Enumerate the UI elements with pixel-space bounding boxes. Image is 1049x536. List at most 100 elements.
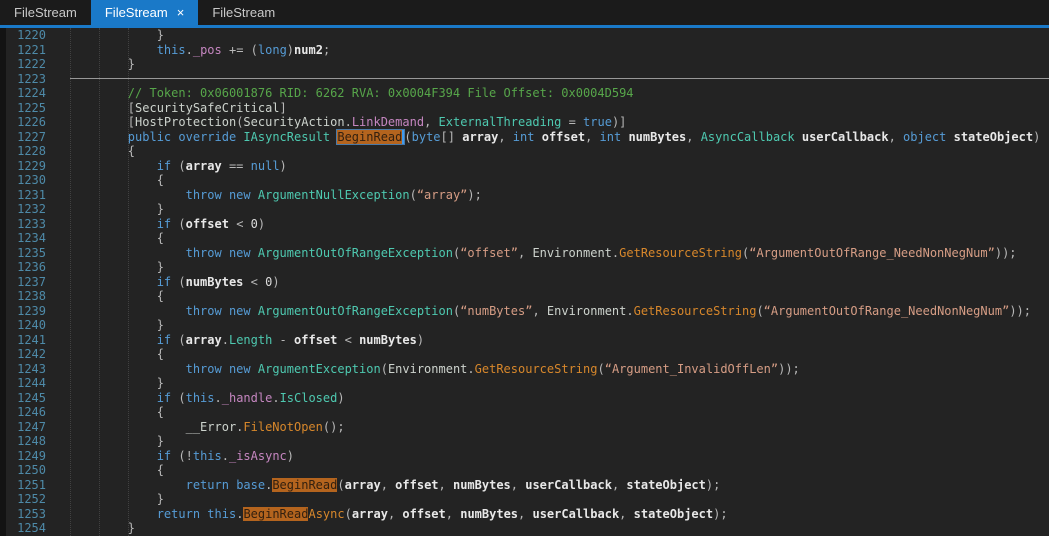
code-text: throw new ArgumentOutOfRangeException(“o… (185, 245, 1017, 260)
line-number: 1225 (17, 100, 46, 115)
code-text: { (70, 144, 136, 158)
tab-filestream-2[interactable]: FileStream (198, 0, 289, 25)
code-text: [SecuritySafeCritical] (70, 100, 287, 115)
line-number: 1246 (17, 405, 46, 419)
line-number: 1232 (17, 202, 46, 216)
line-number: 1243 (17, 361, 46, 376)
search-highlight-caret[interactable]: BeginRead (336, 128, 406, 145)
code-text: return this.BeginReadAsync(array, offset… (156, 506, 728, 521)
line-number: 1235 (17, 245, 46, 260)
code-text: if (offset < 0) (156, 216, 266, 231)
tab-label: FileStream (104, 5, 168, 20)
code-line[interactable]: 1250 { (0, 463, 1049, 478)
code-line[interactable]: 1238 { (0, 289, 1049, 304)
code-text: } (70, 521, 136, 535)
line-number: 1248 (17, 434, 46, 448)
code-text: } (70, 202, 164, 216)
member-separator (70, 77, 1049, 79)
line-number: 1253 (17, 506, 46, 521)
line-number: 1220 (17, 28, 46, 42)
code-line[interactable]: 1231 throw new ArgumentNullException(“ar… (0, 188, 1049, 203)
line-number: 1224 (17, 86, 46, 100)
line-number: 1250 (17, 463, 46, 477)
code-line[interactable]: 1236 } (0, 260, 1049, 275)
code-line[interactable]: 1226 [HostProtection(SecurityAction.Link… (0, 115, 1049, 130)
code-text: { (70, 231, 164, 245)
code-line[interactable]: 1240 } (0, 318, 1049, 333)
code-line[interactable]: 1221 this._pos += (long)num2; (0, 43, 1049, 58)
line-number: 1236 (17, 260, 46, 274)
code-line[interactable]: 1237 if (numBytes < 0) (0, 275, 1049, 290)
code-line[interactable]: 1227 public override IAsyncResult BeginR… (0, 128, 1049, 145)
code-line[interactable]: 1228 { (0, 144, 1049, 159)
code-line[interactable]: 1247 __Error.FileNotOpen(); (0, 420, 1049, 435)
code-text: [HostProtection(SecurityAction.LinkDeman… (70, 115, 627, 129)
code-text: } (70, 57, 136, 71)
search-highlight[interactable]: BeginRead (243, 506, 309, 521)
code-line[interactable]: 1225 [SecuritySafeCritical] (0, 101, 1049, 116)
line-number: 1249 (17, 448, 46, 463)
code-line[interactable]: 1243 throw new ArgumentException(Environ… (0, 362, 1049, 377)
code-line[interactable]: 1229 if (array == null) (0, 159, 1049, 174)
code-text: if (!this._isAsync) (156, 448, 295, 463)
tab-label: FileStream (14, 5, 77, 20)
code-line[interactable]: 1234 { (0, 231, 1049, 246)
code-line[interactable]: 1253 return this.BeginReadAsync(array, o… (0, 506, 1049, 522)
code-line[interactable]: 1230 { (0, 173, 1049, 188)
code-line[interactable]: 1245 if (this._handle.IsClosed) (0, 391, 1049, 406)
code-line[interactable]: 1239 throw new ArgumentOutOfRangeExcepti… (0, 304, 1049, 319)
line-number: 1231 (17, 187, 46, 202)
code-line[interactable]: 1244 } (0, 376, 1049, 391)
line-number: 1242 (17, 347, 46, 361)
line-number: 1223 (17, 71, 46, 86)
code-line[interactable]: 1235 throw new ArgumentOutOfRangeExcepti… (0, 246, 1049, 261)
code-text: this._pos += (long)num2; (156, 42, 331, 57)
code-line[interactable]: 1241 if (array.Length - offset < numByte… (0, 333, 1049, 348)
code-line[interactable]: 1223 (0, 72, 1049, 87)
code-text: public override IAsyncResult BeginRead (b… (127, 128, 1041, 145)
code-line[interactable]: 1224 // Token: 0x06001876 RID: 6262 RVA:… (0, 86, 1049, 101)
code-text: throw new ArgumentException(Environment.… (185, 361, 800, 376)
code-text: } (70, 376, 164, 390)
code-text: } (70, 434, 164, 448)
code-line[interactable]: 1232 } (0, 202, 1049, 217)
line-number: 1237 (17, 274, 46, 289)
line-number: 1230 (17, 173, 46, 187)
code-line[interactable]: 1252 } (0, 492, 1049, 507)
code-line[interactable]: 1254 } (0, 521, 1049, 536)
code-text: } (70, 260, 164, 274)
code-line[interactable]: 1222 } (0, 57, 1049, 72)
code-text: { (70, 347, 164, 361)
line-number: 1254 (17, 521, 46, 535)
code-text: { (70, 289, 164, 303)
code-text: if (array == null) (156, 158, 287, 173)
code-line[interactable]: 1242 { (0, 347, 1049, 362)
line-number: 1233 (17, 216, 46, 231)
code-text: throw new ArgumentNullException(“array”)… (185, 187, 482, 202)
code-text: if (numBytes < 0) (156, 274, 280, 289)
code-editor[interactable]: 1220 } 1221 this._pos += (long)num2; 1222 … (0, 28, 1049, 536)
code-line[interactable]: 1248 } (0, 434, 1049, 449)
tab-filestream-1[interactable]: FileStream × (90, 0, 199, 25)
code-text: __Error.FileNotOpen(); (185, 419, 345, 434)
code-text: { (70, 463, 164, 477)
tab-filestream-0[interactable]: FileStream (0, 0, 91, 25)
code-text: } (70, 28, 164, 42)
search-highlight[interactable]: BeginRead (272, 477, 338, 492)
line-number: 1227 (17, 129, 46, 144)
line-number: 1229 (17, 158, 46, 173)
line-number: 1245 (17, 390, 46, 405)
code-line[interactable]: 1251 return base.BeginRead(array, offset… (0, 477, 1049, 493)
code-line[interactable]: 1246 { (0, 405, 1049, 420)
line-number: 1238 (17, 289, 46, 303)
code-line[interactable]: 1249 if (!this._isAsync) (0, 449, 1049, 464)
line-number: 1247 (17, 419, 46, 434)
line-number: 1252 (17, 492, 46, 506)
code-text: return base.BeginRead(array, offset, num… (185, 477, 721, 492)
close-icon[interactable]: × (177, 6, 185, 19)
code-line[interactable]: 1220 } (0, 28, 1049, 43)
line-number: 1239 (17, 303, 46, 318)
code-text: // Token: 0x06001876 RID: 6262 RVA: 0x00… (127, 86, 634, 100)
code-line[interactable]: 1233 if (offset < 0) (0, 217, 1049, 232)
